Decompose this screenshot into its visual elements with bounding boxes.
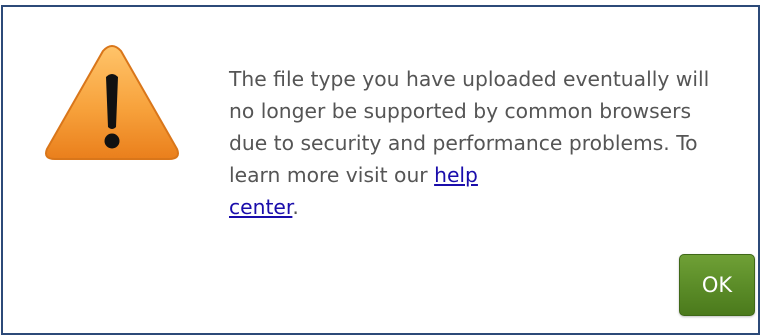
message-end: .: [292, 195, 299, 219]
alert-dialog: The file type you have uploaded eventual…: [1, 5, 760, 335]
ok-button[interactable]: OK: [679, 254, 755, 316]
help-center-link-center[interactable]: center: [229, 195, 292, 219]
help-center-link-help[interactable]: help: [434, 163, 478, 187]
warning-triangle-icon: [45, 45, 179, 160]
dialog-message: The file type you have uploaded eventual…: [229, 63, 729, 223]
